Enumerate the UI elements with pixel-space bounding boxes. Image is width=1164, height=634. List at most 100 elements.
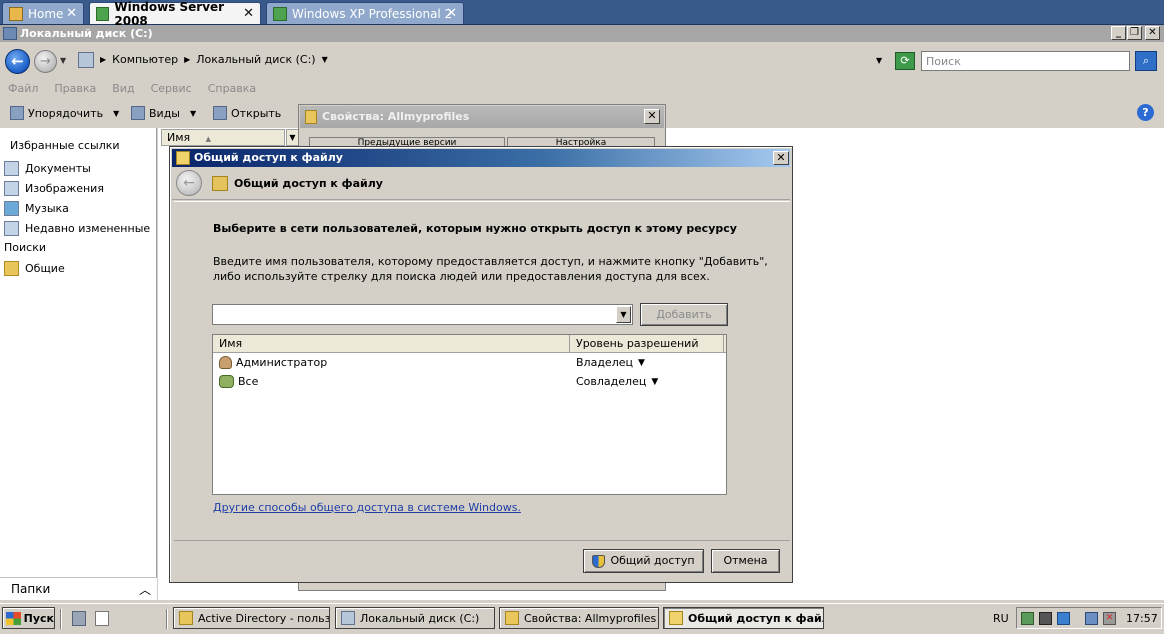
organize-label: Упорядочить [28, 106, 104, 120]
language-indicator[interactable]: RU [993, 612, 1009, 625]
permission-dropdown[interactable]: Совладелец ▼ [576, 375, 658, 388]
forward-button[interactable]: → [34, 50, 57, 73]
menu-file[interactable]: Файл [8, 79, 38, 99]
favorite-pictures[interactable]: Изображения [4, 181, 104, 196]
share-dialog-title: Общий доступ к файлу [194, 151, 343, 164]
address-dropdown-icon[interactable]: ▼ [876, 56, 882, 65]
folder-icon [305, 110, 317, 124]
minimize-button[interactable]: _ [1111, 26, 1126, 40]
network-icon[interactable] [1021, 612, 1034, 625]
column-header-name[interactable]: Имя ▲ [161, 129, 285, 146]
user-cell: Администратор [219, 356, 327, 369]
user-name-combobox[interactable]: ▼ [212, 304, 633, 325]
favorite-documents[interactable]: Документы [4, 161, 91, 176]
permission-dropdown[interactable]: Владелец ▼ [576, 356, 645, 369]
vm-tab-strip: Home ✕ Windows Server 2008 ✕ Windows XP … [0, 0, 1164, 28]
table-row[interactable]: Все Совладелец ▼ [213, 373, 726, 391]
share-button[interactable]: Общий доступ [583, 549, 704, 573]
vm-tab-label: Windows XP Professional 2 [292, 6, 453, 21]
views-icon [131, 106, 145, 120]
close-icon[interactable]: ✕ [446, 6, 457, 21]
taskbar-item-label: Свойства: Allmyprofiles [524, 611, 657, 625]
share-dialog: Общий доступ к файлу ✕ ← Общий доступ к … [169, 146, 793, 583]
taskbar-item-active-directory[interactable]: Active Directory - польз... [173, 607, 330, 629]
chevron-right-icon[interactable]: ▶ [100, 55, 106, 64]
chevron-down-icon: ▼ [637, 357, 645, 368]
recent-icon [4, 221, 19, 236]
views-label: Виды [149, 106, 180, 120]
windows-logo-icon [6, 611, 21, 625]
vmware-tools-icon[interactable] [1057, 612, 1070, 625]
table-header: Имя Уровень разрешений [213, 335, 726, 353]
server-manager-icon[interactable] [72, 611, 86, 626]
menu-help[interactable]: Справка [208, 79, 256, 99]
menu-tools[interactable]: Сервис [151, 79, 192, 99]
start-button[interactable]: Пуск [2, 607, 55, 629]
wizard-header: ← Общий доступ к файлу [172, 168, 790, 200]
column-header-name[interactable]: Имя [213, 335, 570, 353]
wizard-body: Выберите в сети пользователей, которым н… [174, 201, 790, 541]
open-button[interactable]: Открыть [213, 106, 281, 120]
favorite-label: Документы [25, 162, 91, 175]
chevron-down-icon[interactable]: ▼ [616, 306, 631, 323]
shield-icon [592, 554, 606, 568]
open-label: Открыть [231, 106, 282, 120]
favorite-recently-changed[interactable]: Недавно измененные [4, 221, 150, 236]
notepad-icon[interactable] [95, 611, 109, 626]
monitor-icon[interactable] [1039, 612, 1052, 625]
favorite-music[interactable]: Музыка [4, 201, 69, 216]
folder-icon [4, 261, 19, 276]
refresh-button[interactable]: ⟳ [895, 52, 915, 70]
close-button[interactable]: ✕ [644, 109, 660, 124]
close-button[interactable]: ✕ [1145, 26, 1160, 40]
back-button[interactable]: ← [176, 170, 202, 196]
vm-tab-windows-xp[interactable]: Windows XP Professional 2 ✕ [266, 2, 464, 24]
chevron-up-icon: ︿ [138, 583, 151, 597]
restore-button[interactable]: ❐ [1127, 26, 1142, 40]
other-sharing-options-link[interactable]: Другие способы общего доступа в системе … [213, 501, 521, 514]
user-cell: Все [219, 375, 258, 388]
user-name: Администратор [236, 356, 328, 369]
chevron-down-icon: ▼ [190, 108, 197, 118]
search-icon[interactable]: ⌕ [1135, 51, 1157, 71]
search-input[interactable]: Поиск [921, 51, 1130, 71]
close-icon[interactable]: ✕ [243, 6, 254, 21]
chevron-down-icon[interactable]: ▼ [322, 55, 328, 64]
organize-button[interactable]: Упорядочить ▼ [10, 106, 119, 120]
vm-tab-windows-server-2008[interactable]: Windows Server 2008 ✕ [89, 0, 261, 28]
clock: 17:57 [1126, 612, 1158, 625]
back-button[interactable]: ← [5, 49, 30, 74]
group-icon [219, 375, 234, 388]
add-button[interactable]: Добавить [640, 303, 728, 326]
vm-icon [96, 6, 110, 21]
column-header-permission[interactable]: Уровень разрешений [570, 335, 724, 353]
vm-tab-home[interactable]: Home ✕ [2, 2, 84, 24]
breadcrumb: ▶ Компьютер ▶ Локальный диск (C:) ▼ [100, 53, 328, 66]
views-button[interactable]: Виды ▼ [131, 106, 196, 120]
cancel-button[interactable]: Отмена [711, 549, 780, 573]
folders-toggle[interactable]: Папки ︿ [0, 577, 157, 600]
organize-icon [10, 106, 24, 120]
breadcrumb-computer[interactable]: Компьютер [112, 53, 178, 66]
breadcrumb-local-disk[interactable]: Локальный диск (C:) [196, 53, 315, 66]
chevron-down-icon[interactable]: ▼ [60, 56, 66, 65]
close-icon[interactable]: ✕ [66, 6, 77, 21]
favorite-searches[interactable]: Поиски [4, 241, 940, 265]
favorites-title: Избранные ссылки [10, 139, 120, 152]
taskbar-item-properties[interactable]: Свойства: Allmyprofiles [499, 607, 659, 629]
close-button[interactable]: ✕ [773, 151, 789, 165]
volume-muted-icon[interactable]: ✕ [1103, 612, 1116, 625]
wizard-header-title: Общий доступ к файлу [234, 177, 383, 190]
favorite-label: Поиски [4, 241, 46, 254]
help-icon[interactable]: ? [1137, 104, 1154, 121]
taskbar-item-local-disk[interactable]: Локальный диск (C:) [335, 607, 495, 629]
menu-view[interactable]: Вид [112, 79, 134, 99]
favorite-public[interactable]: Общие [4, 261, 65, 276]
menu-edit[interactable]: Правка [54, 79, 96, 99]
chevron-right-icon[interactable]: ▶ [184, 55, 190, 64]
user-icon [219, 356, 232, 369]
display-icon[interactable] [1085, 612, 1098, 625]
home-icon [9, 6, 23, 21]
table-row[interactable]: Администратор Владелец ▼ [213, 354, 726, 372]
taskbar-item-file-sharing[interactable]: Общий доступ к файлу [663, 607, 824, 629]
